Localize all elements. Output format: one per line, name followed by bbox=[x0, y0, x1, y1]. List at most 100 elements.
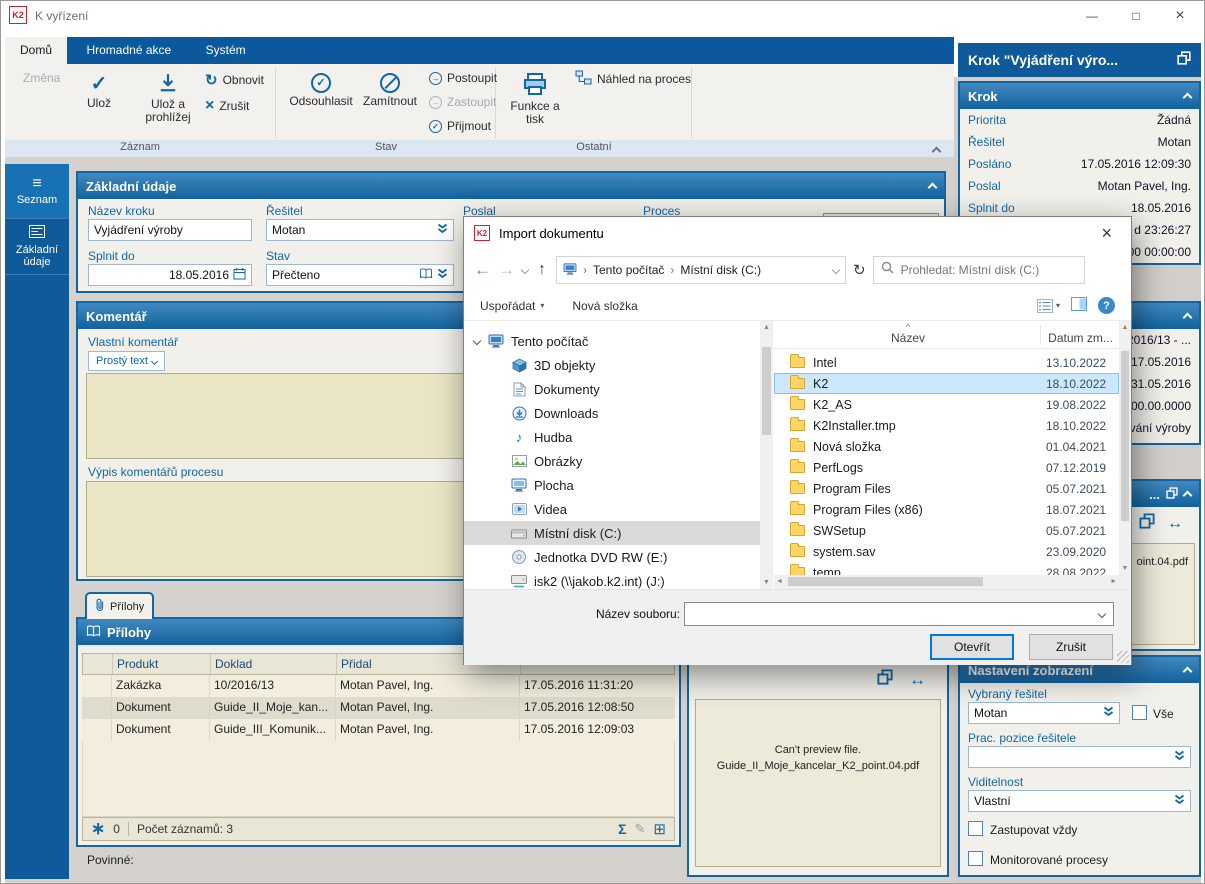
tree-item-network-drive[interactable]: isk2 (\\jakob.k2.int) (J:) bbox=[464, 569, 760, 589]
combo-dropdown-icon[interactable] bbox=[1098, 610, 1106, 618]
close-button[interactable]: × bbox=[1158, 2, 1202, 31]
nova-slozka-button[interactable]: Nová složka bbox=[572, 299, 637, 313]
book-icon[interactable] bbox=[419, 268, 433, 282]
tab-domu[interactable]: Domů bbox=[5, 37, 67, 64]
scroll-down-icon[interactable]: ▼ bbox=[1119, 562, 1131, 575]
vse-checkbox[interactable] bbox=[1132, 705, 1147, 720]
splnit-do-field[interactable]: 18.05.2016 bbox=[88, 264, 252, 286]
uloz-a-prohlizej-button[interactable]: Ulož a prohlížej bbox=[133, 73, 203, 124]
tree-item-3d-objekty[interactable]: 3D objekty bbox=[464, 353, 760, 377]
scroll-down-icon[interactable]: ▼ bbox=[760, 576, 773, 589]
tree-item-dvd[interactable]: Jednotka DVD RW (E:) bbox=[464, 545, 760, 569]
file-row[interactable]: Program Files05.07.2021 bbox=[774, 478, 1119, 499]
monitorovane-checkbox[interactable] bbox=[968, 851, 983, 866]
breadcrumb-mistni-disk[interactable]: Místní disk (C:) bbox=[680, 263, 761, 277]
postoupit-button[interactable]: → Postoupit bbox=[429, 68, 497, 88]
file-row[interactable]: system.sav23.09.2020 bbox=[774, 541, 1119, 562]
tree-item-tento-pocitac[interactable]: Tento počítač bbox=[464, 329, 760, 353]
scroll-up-icon[interactable]: ▲ bbox=[1119, 321, 1131, 334]
ribbon-collapse-icon[interactable] bbox=[932, 147, 942, 157]
tab-hromadne-akce[interactable]: Hromadné akce bbox=[71, 37, 186, 64]
cancel-button[interactable]: Zrušit bbox=[1029, 634, 1113, 660]
file-row[interactable]: Program Files (x86)18.07.2021 bbox=[774, 499, 1119, 520]
zrusit-button[interactable]: × Zrušit bbox=[205, 96, 249, 116]
freeze-icon[interactable]: ∗ bbox=[91, 824, 105, 834]
col-produkt[interactable]: Produkt bbox=[113, 654, 211, 674]
vybrany-resitel-dropdown[interactable]: Motan bbox=[968, 702, 1120, 724]
tree-scrollbar[interactable]: ▲ ▼ bbox=[760, 321, 773, 589]
address-dropdown-icon[interactable] bbox=[832, 266, 840, 274]
sum-icon[interactable]: Σ bbox=[618, 821, 626, 837]
breadcrumb-tento-pocitac[interactable]: Tento počítač bbox=[593, 263, 664, 277]
column-nazev[interactable]: Název bbox=[774, 331, 1042, 345]
tree-item-plocha[interactable]: Plocha bbox=[464, 473, 760, 497]
file-row[interactable]: SWSetup05.07.2021 bbox=[774, 520, 1119, 541]
file-scrollbar[interactable]: ▲ ▼ bbox=[1119, 321, 1131, 575]
expander-icon[interactable] bbox=[473, 337, 481, 345]
recent-locations-chevron-icon[interactable] bbox=[521, 266, 529, 274]
back-button[interactable]: ← bbox=[474, 260, 491, 280]
obnovit-button[interactable]: ↻ Obnovit bbox=[205, 70, 264, 90]
calendar-icon[interactable] bbox=[233, 267, 246, 283]
column-separator[interactable] bbox=[1040, 325, 1041, 345]
nahled-na-proces-button[interactable]: Náhled na proces bbox=[575, 69, 691, 89]
tab-prilohy[interactable]: Přílohy bbox=[85, 592, 154, 619]
up-button[interactable]: ↑ bbox=[538, 261, 546, 279]
collapse-icon[interactable] bbox=[928, 183, 938, 193]
collapse-icon[interactable] bbox=[1183, 667, 1193, 677]
table-row-selected[interactable]: Dokument Guide_II_Moje_kan... Motan Pave… bbox=[82, 697, 675, 719]
collapse-icon[interactable] bbox=[1183, 491, 1193, 501]
open-in-window-icon[interactable] bbox=[1139, 513, 1155, 534]
collapse-icon[interactable] bbox=[1183, 93, 1193, 103]
odsouhlasit-button[interactable]: ✓ Odsouhlasit bbox=[285, 73, 357, 108]
resize-grip[interactable] bbox=[1117, 651, 1129, 663]
minimize-button[interactable]: — bbox=[1070, 2, 1114, 31]
resitel-field[interactable]: Motan bbox=[266, 219, 454, 241]
lookup-chevrons-icon[interactable] bbox=[437, 223, 448, 237]
search-box[interactable]: Prohledat: Místní disk (C:) bbox=[873, 256, 1085, 284]
tree-item-downloads[interactable]: Downloads bbox=[464, 401, 760, 425]
file-row[interactable]: PerfLogs07.12.2019 bbox=[774, 457, 1119, 478]
tree-item-hudba[interactable]: ♪ Hudba bbox=[464, 425, 760, 449]
scroll-left-icon[interactable]: ◄ bbox=[776, 578, 783, 585]
sidebar-item-zakladni-udaje[interactable]: Základní údaje bbox=[5, 219, 69, 275]
table-row[interactable]: Dokument Guide_III_Komunik... Motan Pave… bbox=[82, 719, 675, 741]
uloz-button[interactable]: ✓ Ulož bbox=[69, 73, 129, 110]
col-doklad[interactable]: Doklad bbox=[211, 654, 337, 674]
dialog-close-button[interactable]: × bbox=[1092, 223, 1121, 244]
change-view-button[interactable]: ▾ bbox=[1037, 299, 1060, 313]
tab-system[interactable]: Systém bbox=[191, 37, 261, 64]
filename-input[interactable] bbox=[684, 602, 1114, 626]
col-icon[interactable] bbox=[83, 654, 113, 674]
refresh-button[interactable]: ↻ bbox=[853, 261, 866, 279]
maximize-button[interactable]: □ bbox=[1114, 2, 1158, 31]
file-row[interactable]: Nová složka01.04.2021 bbox=[774, 436, 1119, 457]
address-bar[interactable]: › Tento počítač › Místní disk (C:) bbox=[556, 256, 846, 284]
open-button[interactable]: Otevřít bbox=[930, 634, 1014, 660]
collapse-icon[interactable] bbox=[1183, 313, 1193, 323]
tree-item-mistni-disk[interactable]: Místní disk (C:) bbox=[464, 521, 760, 545]
preview-pane-button[interactable] bbox=[1071, 297, 1087, 314]
lookup-chevrons-icon[interactable] bbox=[1174, 750, 1185, 764]
open-in-window-icon[interactable] bbox=[1177, 51, 1191, 70]
fit-width-icon[interactable]: ↔ bbox=[1167, 515, 1183, 533]
lookup-chevrons-icon[interactable] bbox=[1174, 794, 1185, 808]
prijmout-button[interactable]: ✓ Přijmout bbox=[429, 116, 491, 136]
tree-item-videa[interactable]: Videa bbox=[464, 497, 760, 521]
funkce-a-tisk-button[interactable]: Funkce a tisk bbox=[503, 73, 567, 126]
grid-edit-icon[interactable]: ⊞ bbox=[653, 820, 666, 838]
tree-item-dokumenty[interactable]: Dokumenty bbox=[464, 377, 760, 401]
lookup-chevrons-icon[interactable] bbox=[437, 268, 448, 282]
help-button[interactable]: ? bbox=[1098, 297, 1115, 314]
open-in-window-icon[interactable] bbox=[1166, 487, 1178, 502]
scroll-right-icon[interactable]: ► bbox=[1110, 578, 1117, 585]
file-row[interactable]: temp28.08.2022 bbox=[774, 562, 1119, 575]
horizontal-scrollbar[interactable]: ◄ ► bbox=[774, 575, 1119, 589]
stav-field[interactable]: Přečteno bbox=[266, 264, 454, 286]
usporadat-menu[interactable]: Uspořádat ▾ bbox=[480, 299, 544, 313]
scrollbar-thumb[interactable] bbox=[762, 347, 771, 435]
lookup-chevrons-icon[interactable] bbox=[1103, 706, 1114, 720]
file-row[interactable]: K2_AS19.08.2022 bbox=[774, 394, 1119, 415]
viditelnost-dropdown[interactable]: Vlastní bbox=[968, 790, 1191, 812]
prosty-text-dropdown[interactable]: Prostý text bbox=[88, 351, 165, 371]
